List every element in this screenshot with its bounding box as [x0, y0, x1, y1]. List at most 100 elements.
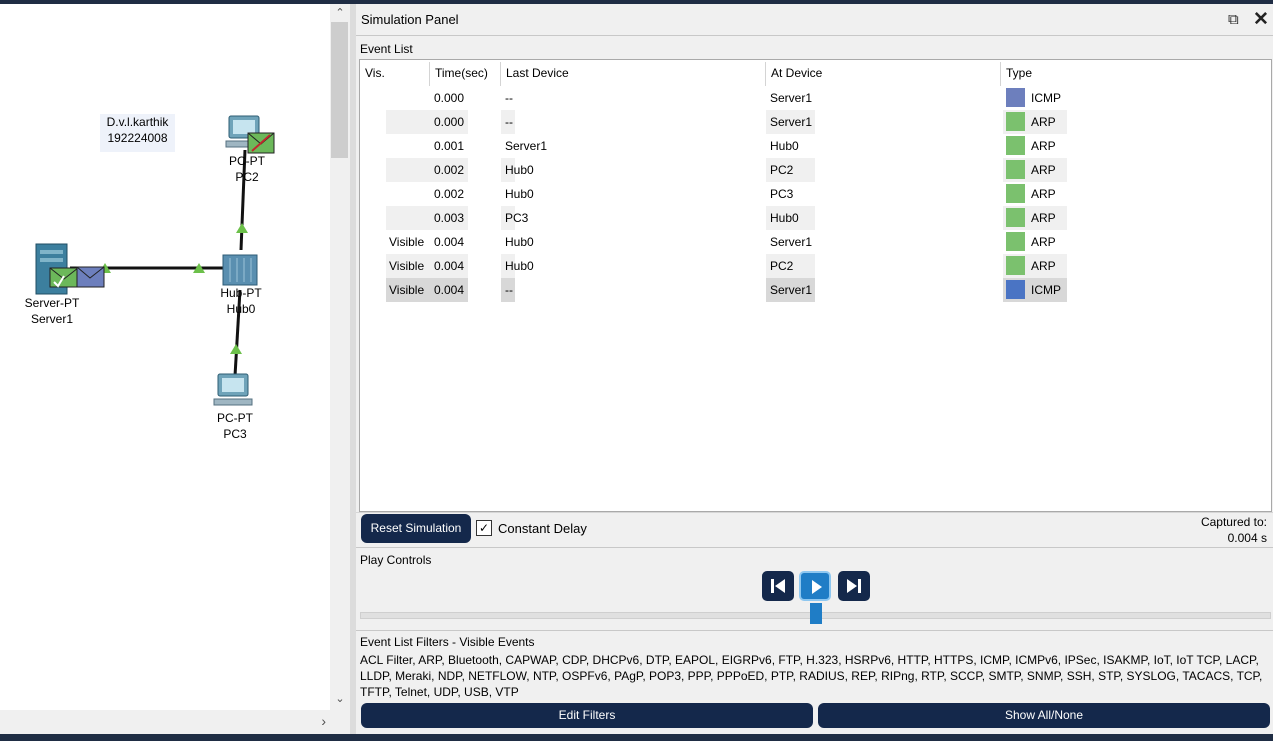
event-row[interactable]: 0.001 Server1 Hub0 ARP	[360, 134, 1271, 158]
capture-forward-button[interactable]	[838, 571, 870, 601]
event-at-device: Hub0	[770, 211, 799, 225]
event-time: 0.000	[434, 115, 465, 129]
column-separator	[429, 62, 430, 86]
event-time: 0.000	[434, 91, 465, 105]
play-button[interactable]	[799, 571, 831, 601]
speed-slider-handle[interactable]	[810, 603, 822, 624]
constant-delay-label: Constant Delay	[498, 521, 587, 536]
reset-simulation-button[interactable]: Reset Simulation	[361, 514, 471, 543]
workspace-horizontal-scrollbar[interactable]: ›	[0, 710, 350, 734]
event-row[interactable]: 0.003 PC3 Hub0 ARP	[360, 206, 1271, 230]
note-label[interactable]: D.v.l.karthik 192224008	[100, 114, 175, 152]
device-name: PC3	[223, 427, 247, 441]
note-line-id: 192224008	[107, 131, 168, 145]
panel-title: Simulation Panel	[361, 12, 459, 27]
pc-icon	[213, 373, 253, 406]
scroll-right-icon[interactable]: ›	[321, 713, 326, 729]
event-row[interactable]: Visible 0.004 Hub0 PC2 ARP	[360, 254, 1271, 278]
envelope-icon	[247, 132, 275, 154]
event-at-device: Server1	[770, 283, 813, 297]
type-color-icon[interactable]	[1006, 160, 1025, 179]
event-time: 0.003	[434, 211, 465, 225]
event-last-device: --	[505, 91, 513, 105]
type-color-icon[interactable]	[1006, 136, 1025, 155]
event-time: 0.004	[434, 259, 465, 273]
event-at-device: PC2	[770, 163, 794, 177]
close-icon[interactable]: ✕	[1253, 8, 1269, 31]
skip-forward-icon	[847, 579, 861, 593]
event-last-device: --	[505, 283, 513, 297]
visible-events-list: ACL Filter, ARP, Bluetooth, CAPWAP, CDP,…	[360, 653, 1263, 699]
column-header-at-device[interactable]: At Device	[771, 66, 822, 80]
device-label-pc2: PC-PT PC2	[222, 153, 272, 185]
event-time: 0.001	[434, 139, 465, 153]
type-color-icon[interactable]	[1006, 88, 1025, 107]
column-header-type[interactable]: Type	[1006, 66, 1032, 80]
column-separator	[765, 62, 766, 86]
event-last-device: Hub0	[505, 163, 534, 177]
type-color-icon[interactable]	[1006, 184, 1025, 203]
column-header-last-device[interactable]: Last Device	[506, 66, 569, 80]
column-separator	[500, 62, 501, 86]
event-last-device: Hub0	[505, 187, 534, 201]
event-row[interactable]: Visible 0.004 Hub0 Server1 ARP	[360, 230, 1271, 254]
event-last-device: Hub0	[505, 259, 534, 273]
back-button[interactable]	[762, 571, 794, 601]
device-label-server1: Server-PT Server1	[18, 295, 86, 327]
scroll-up-icon[interactable]: ⌃	[330, 6, 350, 22]
skip-back-icon	[771, 579, 785, 593]
divider	[356, 35, 1273, 36]
event-vis: Visible	[389, 259, 425, 273]
column-separator	[1000, 62, 1001, 86]
logical-workspace[interactable]: D.v.l.karthik 192224008 PC-PT PC2 Server…	[0, 4, 330, 710]
device-name: PC2	[235, 170, 259, 184]
hub-icon	[222, 254, 258, 286]
event-row[interactable]: Visible 0.004 -- Server1 ICMP	[360, 278, 1271, 302]
event-time: 0.004	[434, 235, 465, 249]
type-color-icon[interactable]	[1006, 112, 1025, 131]
workspace-vertical-scrollbar[interactable]: ⌃ ⌄	[330, 4, 350, 710]
simulation-panel: Simulation Panel ⧉ ✕ Event List Vis. Tim…	[356, 4, 1273, 734]
column-header-time[interactable]: Time(sec)	[435, 66, 488, 80]
event-last-device: PC3	[505, 211, 529, 225]
event-row[interactable]: 0.000 -- Server1 ICMP	[360, 86, 1271, 110]
event-list-table[interactable]: Vis. Time(sec) Last Device At Device Typ…	[359, 59, 1272, 512]
filters-label: Event List Filters - Visible Events	[360, 635, 535, 649]
type-color-icon[interactable]	[1006, 280, 1025, 299]
device-label-pc3: PC-PT PC3	[210, 410, 260, 442]
scroll-down-icon[interactable]: ⌄	[330, 692, 350, 708]
event-type: ARP	[1031, 211, 1056, 225]
restore-icon[interactable]: ⧉	[1228, 11, 1239, 28]
device-name: Server1	[30, 312, 74, 326]
divider	[356, 512, 1273, 513]
event-last-device: Hub0	[505, 235, 534, 249]
event-type: ARP	[1031, 139, 1056, 153]
event-last-device: --	[505, 115, 513, 129]
device-name: Hub0	[226, 302, 256, 316]
show-all-none-button[interactable]: Show All/None	[818, 703, 1270, 728]
link-light-icon	[236, 223, 248, 233]
event-row[interactable]: 0.002 Hub0 PC3 ARP	[360, 182, 1271, 206]
device-type: PC-PT	[217, 411, 253, 425]
captured-to: Captured to: 0.004 s	[1201, 514, 1267, 546]
type-color-icon[interactable]	[1006, 232, 1025, 251]
event-row[interactable]: 0.000 -- Server1 ARP	[360, 110, 1271, 134]
type-color-icon[interactable]	[1006, 208, 1025, 227]
scrollbar-thumb[interactable]	[331, 22, 348, 158]
envelope-icon	[49, 266, 105, 288]
divider	[356, 547, 1273, 548]
note-line-name: D.v.l.karthik	[106, 115, 169, 129]
constant-delay-checkbox[interactable]: ✓	[476, 520, 492, 536]
event-row[interactable]: 0.002 Hub0 PC2 ARP	[360, 158, 1271, 182]
type-color-icon[interactable]	[1006, 256, 1025, 275]
event-at-device: PC3	[770, 187, 794, 201]
event-at-device: PC2	[770, 259, 794, 273]
edit-filters-button[interactable]: Edit Filters	[361, 703, 813, 728]
bottom-bar	[0, 734, 1273, 741]
column-header-vis[interactable]: Vis.	[365, 66, 385, 80]
event-list-label: Event List	[360, 42, 413, 56]
event-time: 0.004	[434, 283, 465, 297]
event-type: ICMP	[1031, 91, 1061, 105]
event-type: ARP	[1031, 163, 1056, 177]
device-type: Server-PT	[24, 296, 80, 310]
